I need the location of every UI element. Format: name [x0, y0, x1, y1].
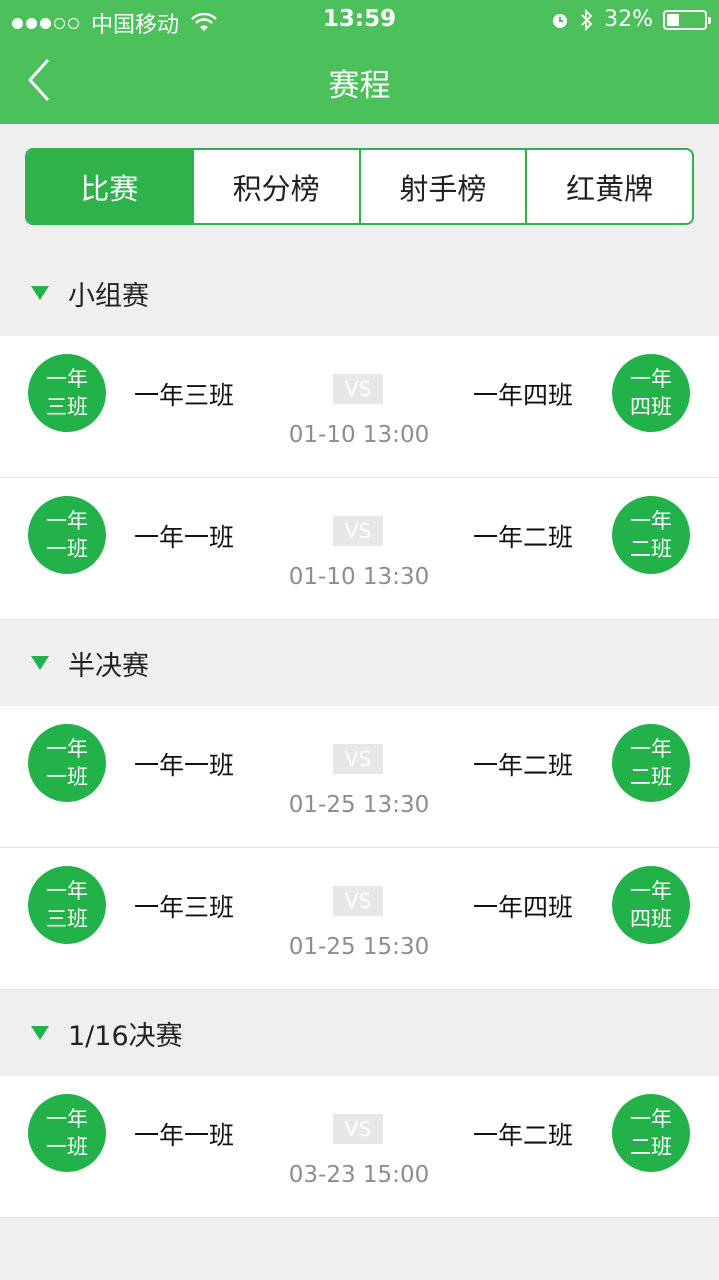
match-time: 01-10 13:00 [288, 422, 430, 448]
alarm-icon [553, 13, 568, 28]
away-team-name: 一年四班 [473, 893, 574, 922]
section-title: 半决赛 [68, 650, 149, 682]
bluetooth-icon [581, 8, 593, 31]
badge-line: 四班 [630, 907, 672, 931]
badge-line: 一年 [630, 737, 672, 761]
home-team-name: 一年一班 [134, 523, 235, 552]
tab-matches[interactable]: 比赛 [27, 150, 192, 223]
header: 中国移动 13:59 32% 赛程 [0, 0, 719, 124]
away-team-name: 一年四班 [473, 381, 574, 410]
segmented-control: 比赛 积分榜 射手榜 红黄牌 [25, 148, 694, 225]
away-team-name: 一年二班 [473, 751, 574, 780]
badge-line: 一年 [46, 367, 88, 391]
badge-line: 一年 [630, 1107, 672, 1131]
badge-line: 一年 [630, 879, 672, 903]
tab-cards[interactable]: 红黄牌 [525, 150, 692, 223]
home-team-name: 一年三班 [134, 893, 235, 922]
match-time: 01-25 13:30 [288, 792, 430, 818]
vs-label: VS [333, 744, 383, 774]
badge-line: 一年 [630, 367, 672, 391]
home-team-badge: 一年 三班 [28, 354, 106, 432]
home-team-badge: 一年 一班 [28, 1094, 106, 1172]
home-team-badge: 一年 三班 [28, 866, 106, 944]
vs-label: VS [333, 886, 383, 916]
match-row[interactable]: 一年 一班 一年一班 VS 01-10 13:30 一年二班 一年 二班 [0, 478, 719, 620]
battery-percent: 32% [604, 7, 653, 32]
away-team-badge: 一年 二班 [612, 496, 690, 574]
badge-line: 一年 [46, 737, 88, 761]
match-row[interactable]: 一年 一班 一年一班 VS 01-25 13:30 一年二班 一年 二班 [0, 706, 719, 848]
away-team-name: 一年二班 [473, 523, 574, 552]
tab-standings[interactable]: 积分榜 [191, 150, 359, 223]
vs-label: VS [333, 1114, 383, 1144]
badge-line: 二班 [630, 1135, 672, 1159]
match-row[interactable]: 一年 三班 一年三班 VS 01-10 13:00 一年四班 一年 四班 [0, 336, 719, 478]
section-header[interactable]: 小组赛 [0, 250, 719, 336]
battery-level [667, 13, 679, 26]
home-team-badge: 一年 一班 [28, 724, 106, 802]
section-title: 小组赛 [68, 280, 149, 312]
away-team-badge: 一年 四班 [612, 354, 690, 432]
battery-icon [663, 9, 711, 30]
match-row[interactable]: 一年 一班 一年一班 VS 03-23 15:00 一年二班 一年 二班 [0, 1076, 719, 1218]
status-bar: 中国移动 13:59 32% [0, 0, 719, 40]
vs-label: VS [333, 374, 383, 404]
away-team-badge: 一年 二班 [612, 724, 690, 802]
section-header[interactable]: 1/16决赛 [0, 990, 719, 1076]
badge-line: 一年 [46, 1107, 88, 1131]
tab-top-scorers[interactable]: 射手榜 [358, 150, 526, 223]
badge-line: 二班 [630, 765, 672, 789]
badge-line: 一班 [46, 1135, 88, 1159]
triangle-down-icon [31, 656, 49, 670]
badge-line: 一年 [630, 509, 672, 533]
match-row[interactable]: 一年 三班 一年三班 VS 01-25 15:30 一年四班 一年 四班 [0, 848, 719, 990]
match-time: 03-23 15:00 [288, 1162, 430, 1188]
page-title: 赛程 [328, 68, 391, 104]
nav-bar: 赛程 [0, 40, 719, 124]
badge-line: 一班 [46, 537, 88, 561]
home-team-name: 一年一班 [134, 751, 235, 780]
away-team-badge: 一年 四班 [612, 866, 690, 944]
badge-line: 四班 [630, 395, 672, 419]
badge-line: 三班 [46, 395, 88, 419]
away-team-badge: 一年 二班 [612, 1094, 690, 1172]
match-time: 01-10 13:30 [288, 564, 430, 590]
badge-line: 一年 [46, 879, 88, 903]
badge-line: 一年 [46, 509, 88, 533]
section-title: 1/16决赛 [68, 1020, 183, 1052]
home-team-name: 一年一班 [134, 1121, 235, 1150]
badge-line: 二班 [630, 537, 672, 561]
section-header[interactable]: 半决赛 [0, 620, 719, 706]
away-team-name: 一年二班 [473, 1121, 574, 1150]
match-time: 01-25 15:30 [288, 934, 430, 960]
home-team-name: 一年三班 [134, 381, 235, 410]
home-team-badge: 一年 一班 [28, 496, 106, 574]
badge-line: 一班 [46, 765, 88, 789]
triangle-down-icon [31, 286, 49, 300]
triangle-down-icon [31, 1026, 49, 1040]
badge-line: 三班 [46, 907, 88, 931]
vs-label: VS [333, 516, 383, 546]
